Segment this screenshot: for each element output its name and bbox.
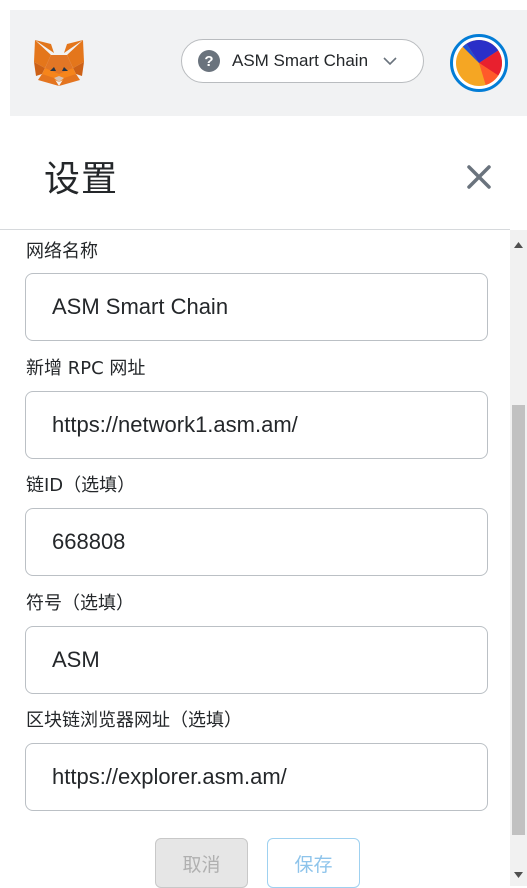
- account-avatar[interactable]: [450, 34, 508, 92]
- cancel-button[interactable]: 取消: [155, 838, 248, 888]
- account-identicon: [456, 40, 502, 86]
- question-circle-icon: ?: [198, 50, 220, 72]
- symbol-label: 符号（选填）: [26, 593, 134, 614]
- metamask-fox-logo[interactable]: [32, 38, 86, 88]
- symbol-input[interactable]: ASM: [25, 626, 488, 694]
- rpc-url-input[interactable]: https://network1.asm.am/: [25, 391, 488, 459]
- scroll-up-arrow-icon[interactable]: [510, 236, 527, 253]
- block-explorer-label: 区块链浏览器网址（选填）: [26, 710, 242, 731]
- chevron-down-icon: [382, 56, 398, 66]
- header-divider: [0, 229, 510, 230]
- close-icon[interactable]: [464, 162, 494, 192]
- page-title: 设置: [44, 159, 119, 200]
- network-name-input[interactable]: ASM Smart Chain: [25, 273, 488, 341]
- app-header: ? ASM Smart Chain: [10, 10, 527, 116]
- save-button[interactable]: 保存: [267, 838, 360, 888]
- network-name: ASM Smart Chain: [232, 51, 369, 70]
- rpc-url-label: 新增 RPC 网址: [26, 358, 146, 379]
- chain-id-label: 链ID（选填）: [26, 475, 136, 496]
- chain-id-input[interactable]: 668808: [25, 508, 488, 576]
- network-selector-button[interactable]: ? ASM Smart Chain: [181, 39, 424, 83]
- scrollbar[interactable]: [510, 230, 527, 886]
- block-explorer-input[interactable]: https://explorer.asm.am/: [25, 743, 488, 811]
- scroll-down-arrow-icon[interactable]: [510, 866, 527, 883]
- scrollbar-thumb[interactable]: [512, 405, 525, 835]
- network-name-label: 网络名称: [26, 241, 98, 262]
